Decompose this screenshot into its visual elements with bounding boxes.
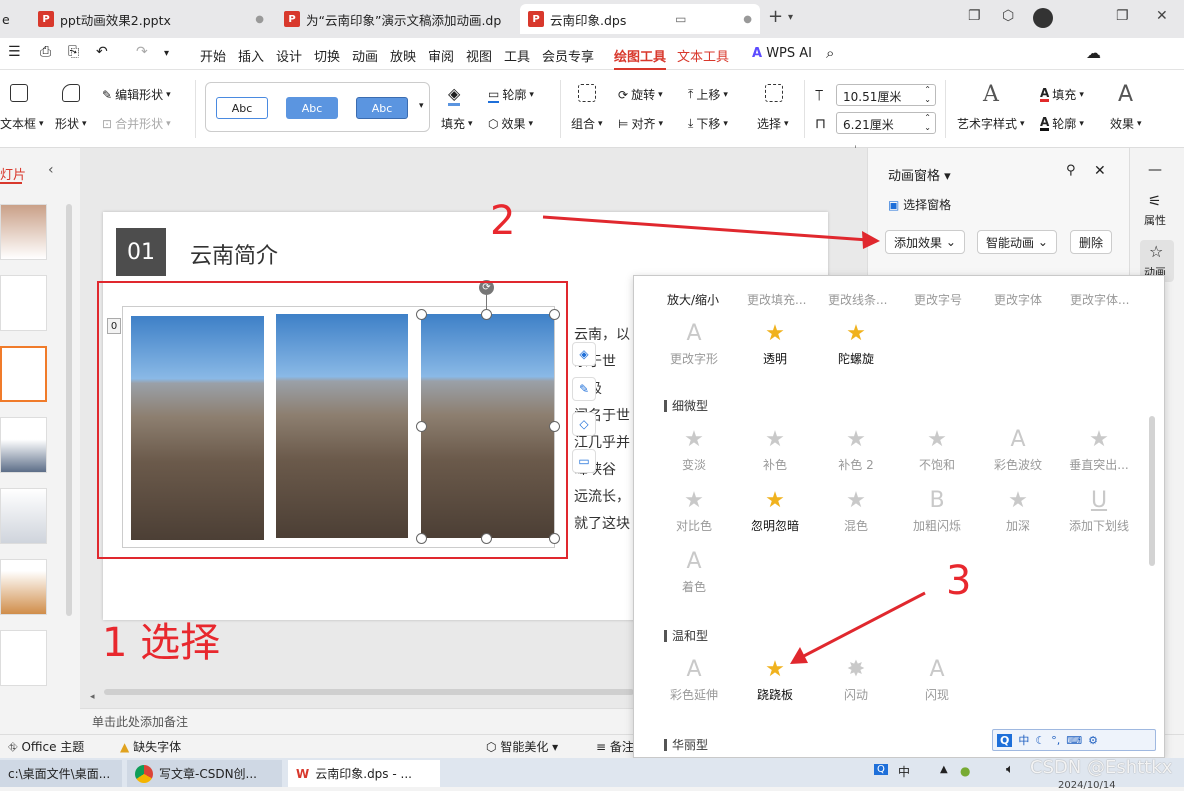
annotation-step-3: 3 (946, 558, 972, 604)
taskbar-wps-label: 云南印象.dps - ... (315, 767, 412, 781)
chrome-icon (135, 764, 153, 783)
taskbar-wps[interactable]: W 云南印象.dps - ... (288, 760, 440, 787)
taskbar-chrome-label: 写文章-CSDN创... (159, 767, 257, 781)
watermark: CSDN @Eshttkx (1030, 757, 1173, 778)
tray-lang-icon[interactable]: 中 (898, 763, 910, 780)
volume-icon[interactable]: 🔈︎ (1006, 762, 1014, 777)
annotation-arrows (542, 215, 926, 664)
clock-date: 2024/10/14 (1058, 780, 1116, 791)
annotation-step-2: 2 (490, 198, 516, 244)
tray-expand-icon[interactable]: ▲ (940, 764, 948, 775)
taskbar-explorer[interactable]: c:\桌面文件\桌面... (0, 760, 122, 787)
taskbar: c:\桌面文件\桌面... 写文章-CSDN创... W 云南印象.dps - .… (0, 757, 1184, 791)
tray-app-icon[interactable]: ● (960, 764, 970, 778)
wps-icon: W (296, 766, 310, 781)
taskbar-chrome[interactable]: 写文章-CSDN创... (127, 760, 282, 787)
tray-ime-icon[interactable]: Q (874, 764, 888, 775)
